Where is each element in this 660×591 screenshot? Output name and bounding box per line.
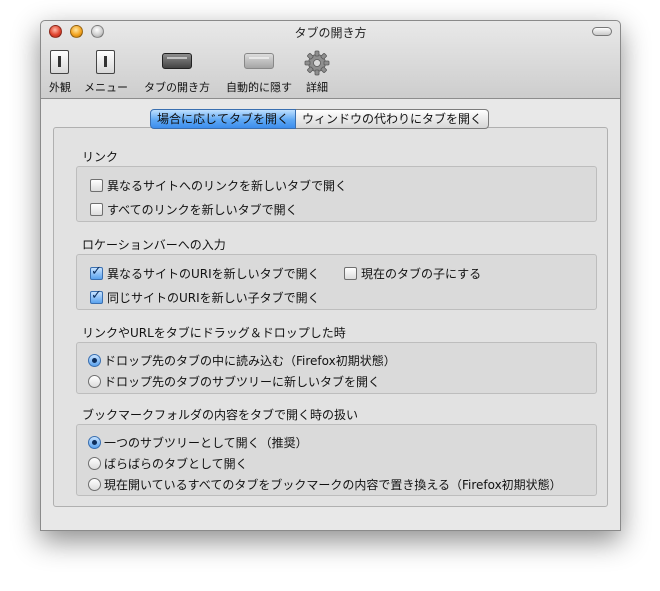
- gear-icon: [304, 50, 330, 76]
- radio[interactable]: [88, 457, 101, 470]
- tab-open-conditionally[interactable]: 場合に応じてタブを開く: [150, 109, 297, 129]
- checkbox-row-link-other-site[interactable]: 異なるサイトへのリンクを新しいタブで開く: [90, 177, 347, 194]
- section-title-location: ロケーションバーへの入力: [82, 238, 226, 252]
- radio-label: 現在開いているすべてのタブをブックマークの内容で置き換える（Firefox初期状…: [104, 478, 562, 492]
- section-title-drag: リンクやURLをタブにドラッグ＆ドロップした時: [82, 326, 346, 340]
- checkbox[interactable]: [90, 179, 103, 192]
- title-toolbar-area: タブの開き方 外観 メニュー タブの開き方 自動的に隠す 詳細: [41, 21, 620, 99]
- toolbar-item-tab-opening[interactable]: タブの開き方: [141, 47, 213, 95]
- toolbar-item-auto-hide[interactable]: 自動的に隠す: [223, 47, 295, 95]
- radio[interactable]: [88, 478, 101, 491]
- checkbox-label: 異なるサイトへのリンクを新しいタブで開く: [107, 179, 348, 193]
- checkbox-label: 現在のタブの子にする: [361, 267, 482, 281]
- radio[interactable]: [88, 375, 101, 388]
- radio-row-load-in-tab[interactable]: ドロップ先のタブの中に読み込む（Firefox初期状態）: [88, 352, 396, 369]
- checkbox-label: すべてのリンクを新しいタブで開く: [107, 203, 298, 217]
- toolbar-item-advanced[interactable]: 詳細: [299, 47, 335, 95]
- checkbox-checked[interactable]: [90, 264, 103, 280]
- toolbar-item-menu[interactable]: メニュー: [83, 47, 129, 95]
- tab-bar: 場合に応じてタブを開く ウィンドウの代わりにタブを開く: [150, 109, 490, 129]
- radio-label: ドロップ先のタブの中に読み込む（Firefox初期状態）: [104, 354, 396, 368]
- radio-row-replace-tabs[interactable]: 現在開いているすべてのタブをブックマークの内容で置き換える（Firefox初期状…: [88, 476, 562, 493]
- checkbox-label: 異なるサイトのURIを新しいタブで開く: [107, 267, 320, 281]
- toolbar-item-label: 詳細: [306, 81, 328, 94]
- radio-selected[interactable]: [88, 436, 101, 449]
- checkbox-row-uri-other-site[interactable]: 異なるサイトのURIを新しいタブで開く: [90, 264, 320, 282]
- toolbar-item-label: 外観: [49, 81, 71, 94]
- section-title-link: リンク: [82, 150, 119, 164]
- section-title-bookmark: ブックマークフォルダの内容をタブで開く時の扱い: [82, 408, 359, 422]
- checkbox-row-link-all[interactable]: すべてのリンクを新しいタブで開く: [90, 201, 298, 218]
- radio-row-single-subtree[interactable]: 一つのサブツリーとして開く（推奨）: [88, 434, 308, 451]
- window-title: タブの開き方: [294, 26, 367, 40]
- radio-row-separate-tabs[interactable]: ばらばらのタブとして開く: [88, 455, 248, 472]
- checkbox-row-child-of-current[interactable]: 現在のタブの子にする: [344, 265, 481, 282]
- toolbar-item-appearance[interactable]: 外観: [45, 47, 75, 95]
- toolbar-item-label: メニュー: [84, 81, 128, 94]
- tab-tray-icon: [244, 53, 274, 69]
- toolbar-item-label: タブの開き方: [144, 81, 210, 94]
- preferences-window: タブの開き方 外観 メニュー タブの開き方 自動的に隠す 詳細 リンク 異なるサ…: [40, 20, 621, 531]
- checkbox-checked[interactable]: [90, 288, 103, 304]
- checkbox-row-uri-same-site[interactable]: 同じサイトのURIを新しい子タブで開く: [90, 288, 320, 306]
- switch-icon: [50, 50, 69, 74]
- tab-tray-icon: [162, 53, 192, 69]
- tab-open-instead-of-window[interactable]: ウィンドウの代わりにタブを開く: [296, 109, 490, 129]
- radio-selected[interactable]: [88, 354, 101, 367]
- radio-label: ドロップ先のタブのサブツリーに新しいタブを開く: [104, 375, 381, 389]
- radio-label: 一つのサブツリーとして開く（推奨）: [104, 436, 308, 450]
- checkbox-label: 同じサイトのURIを新しい子タブで開く: [107, 291, 320, 305]
- checkbox[interactable]: [90, 203, 103, 216]
- checkbox[interactable]: [344, 267, 357, 280]
- tab-panel: リンク 異なるサイトへのリンクを新しいタブで開く すべてのリンクを新しいタブで開…: [53, 127, 608, 507]
- toolbar-item-label: 自動的に隠す: [226, 81, 292, 94]
- radio-label: ばらばらのタブとして開く: [104, 457, 248, 471]
- switch-icon: [96, 50, 115, 74]
- toolbar-toggle-button[interactable]: [592, 27, 612, 36]
- radio-row-open-in-subtree[interactable]: ドロップ先のタブのサブツリーに新しいタブを開く: [88, 373, 380, 390]
